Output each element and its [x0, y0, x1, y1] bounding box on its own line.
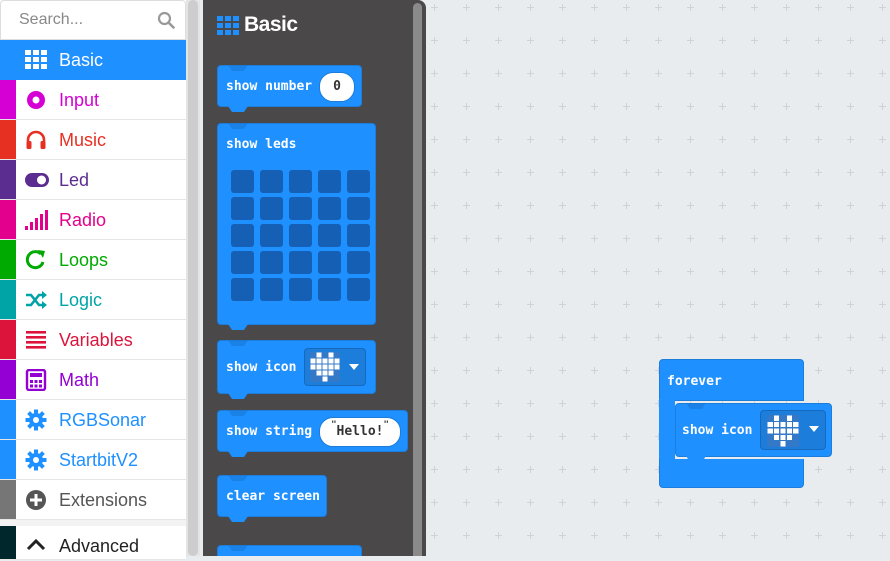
block-label: show icon [226, 360, 297, 375]
icon-dropdown[interactable] [304, 348, 366, 386]
heart-icon [310, 352, 340, 387]
clear-screen-block[interactable]: clear screen [217, 475, 327, 522]
search-box [0, 0, 186, 40]
forever-label: forever [667, 374, 722, 389]
category-variables[interactable]: Variables [0, 320, 186, 360]
show-icon-block[interactable]: show icon [217, 340, 376, 399]
category-label: Variables [59, 330, 133, 350]
show-leds-block[interactable]: show leds [217, 123, 376, 330]
shuffle-icon [25, 289, 47, 311]
category-advanced[interactable]: Advanced [0, 520, 186, 560]
block-label: show number [226, 79, 313, 94]
flyout-title: Basic [244, 13, 298, 36]
gear-icon [25, 449, 47, 471]
block-label: show leds [226, 137, 297, 152]
show-number-block[interactable]: show number 0 [217, 65, 362, 112]
gear-icon [25, 409, 47, 431]
category-toolbox: Basic Input Music Led [0, 0, 186, 560]
plus-circle-icon [25, 489, 47, 511]
led-matrix-grid[interactable] [231, 170, 371, 310]
chevron-down-icon [809, 426, 819, 432]
headphones-icon [25, 129, 47, 151]
category-label: StartbitV2 [59, 450, 139, 470]
category-label: Radio [59, 210, 107, 230]
block-label: show string [226, 424, 313, 439]
category-label: Advanced [59, 536, 140, 556]
show-icon-block[interactable]: show icon [675, 403, 832, 462]
grid-icon [217, 16, 239, 41]
category-label: Loops [59, 250, 109, 270]
string-value: Hello! [336, 424, 384, 439]
search-icon[interactable] [157, 11, 175, 34]
heart-icon [767, 415, 799, 447]
block-label: clear screen [226, 489, 320, 504]
category-rgbsonar[interactable]: RGBSonar [0, 400, 186, 440]
forever-block[interactable]: forever show icon [659, 359, 834, 489]
category-label: Input [59, 90, 100, 110]
search-input[interactable] [11, 8, 157, 32]
toolbox-scrollbar[interactable] [186, 0, 200, 556]
toggle-icon [25, 169, 49, 191]
signal-bars-icon [25, 209, 48, 231]
workspace-canvas[interactable]: forever show icon [426, 0, 890, 556]
show-string-block[interactable]: show string "Hello!" [217, 410, 408, 457]
grid-icon [25, 49, 47, 71]
category-label: RGBSonar [59, 410, 147, 430]
block-label: show icon [682, 423, 753, 438]
flyout-scrollbar[interactable] [413, 3, 422, 556]
number-input[interactable]: 0 [319, 72, 355, 102]
category-led[interactable]: Led [0, 160, 186, 200]
input-circle-icon [25, 89, 47, 111]
icon-dropdown[interactable] [760, 410, 826, 450]
loop-arrow-icon [25, 249, 47, 271]
category-label: Logic [59, 290, 103, 310]
string-input[interactable]: "Hello!" [319, 417, 401, 447]
category-math[interactable]: Math [0, 360, 186, 400]
category-label: Math [59, 370, 100, 390]
scrollbar-thumb[interactable] [188, 0, 198, 556]
category-extensions[interactable]: Extensions [0, 480, 186, 520]
next-block-partial[interactable] [217, 545, 362, 556]
category-label: Basic [59, 50, 104, 70]
category-music[interactable]: Music [0, 120, 186, 160]
category-label: Led [59, 170, 90, 190]
category-input[interactable]: Input [0, 80, 186, 120]
category-startbitv2[interactable]: StartbitV2 [0, 440, 186, 480]
category-loops[interactable]: Loops [0, 240, 186, 280]
list-lines-icon [25, 329, 47, 351]
category-label: Extensions [59, 490, 148, 510]
chevron-up-icon [25, 534, 47, 556]
category-logic[interactable]: Logic [0, 280, 186, 320]
calculator-icon [25, 368, 47, 392]
chevron-down-icon [349, 364, 359, 370]
category-label: Music [59, 130, 107, 150]
category-radio[interactable]: Radio [0, 200, 186, 240]
category-basic[interactable]: Basic [0, 40, 186, 80]
block-flyout: Basic show number 0 show leds show icon … [203, 0, 426, 556]
